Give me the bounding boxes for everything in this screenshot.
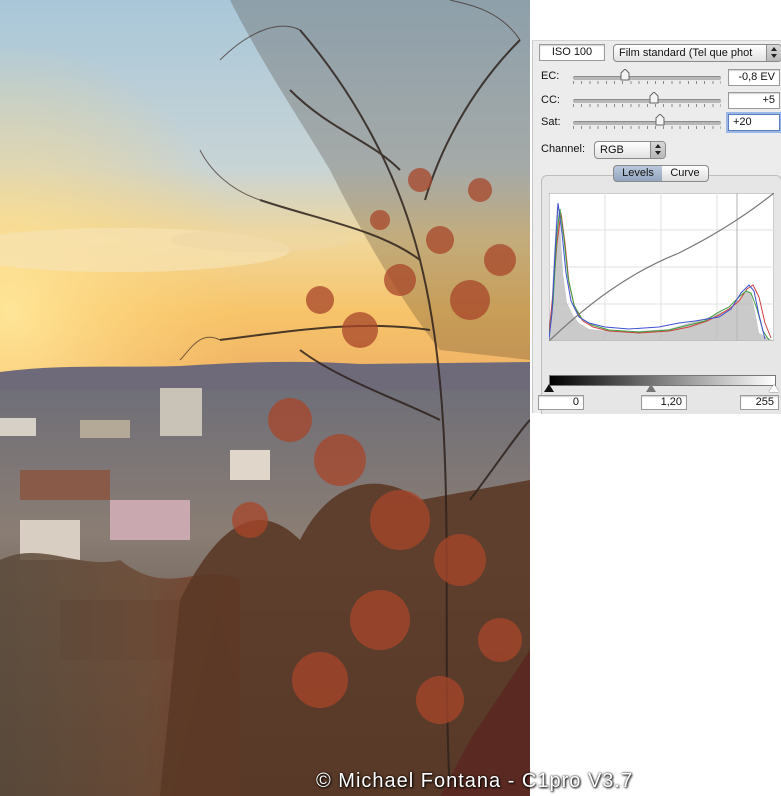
iso-field: ISO 100 — [539, 44, 605, 61]
ec-label: EC: — [541, 70, 560, 82]
black-point-field[interactable]: 0 — [538, 395, 584, 410]
sat-label: Sat: — [541, 116, 561, 128]
ec-slider-ticks — [573, 81, 721, 84]
ec-slider-track[interactable] — [573, 76, 721, 80]
tab-levels[interactable]: Levels — [613, 165, 663, 182]
landscape-photo — [0, 0, 530, 796]
gamma-field[interactable]: 1,20 — [641, 395, 687, 410]
ec-slider-thumb[interactable] — [620, 69, 630, 81]
white-point-field[interactable]: 255 — [740, 395, 779, 410]
sat-slider-thumb[interactable] — [655, 114, 665, 126]
sat-value-field[interactable]: +20 — [728, 114, 780, 131]
film-curve-popup[interactable]: Film standard (Tel que phot — [613, 44, 781, 62]
popup-arrows-icon — [650, 142, 665, 158]
cc-slider-track[interactable] — [573, 99, 721, 103]
sat-slider-track[interactable] — [573, 121, 721, 125]
channel-value: RGB — [600, 144, 624, 156]
black-point-handle[interactable] — [544, 384, 554, 392]
ec-value-field[interactable]: -0,8 EV — [728, 69, 780, 86]
gamma-handle[interactable] — [646, 384, 656, 392]
cc-value-field[interactable]: +5 — [728, 92, 780, 109]
popup-arrows-icon — [766, 45, 781, 61]
levels-gradient-bar — [549, 375, 776, 386]
cc-slider-ticks — [573, 104, 721, 107]
sunset-city-image — [0, 0, 530, 796]
channel-label: Channel: — [541, 143, 586, 155]
tab-curve[interactable]: Curve — [662, 165, 709, 182]
copyright-credit: © Michael Fontana - C1pro V3.7 — [316, 770, 634, 792]
white-point-handle[interactable] — [769, 384, 779, 392]
film-curve-value: Film standard (Tel que phot — [619, 47, 753, 59]
cc-label: CC: — [541, 94, 560, 106]
capture-one-adjustments-panel: ISO 100 Film standard (Tel que phot EC: … — [532, 40, 781, 414]
sat-slider-ticks — [573, 126, 721, 129]
histogram-graph[interactable] — [549, 193, 774, 341]
cc-slider-thumb[interactable] — [649, 92, 659, 104]
channel-popup[interactable]: RGB — [594, 141, 666, 159]
